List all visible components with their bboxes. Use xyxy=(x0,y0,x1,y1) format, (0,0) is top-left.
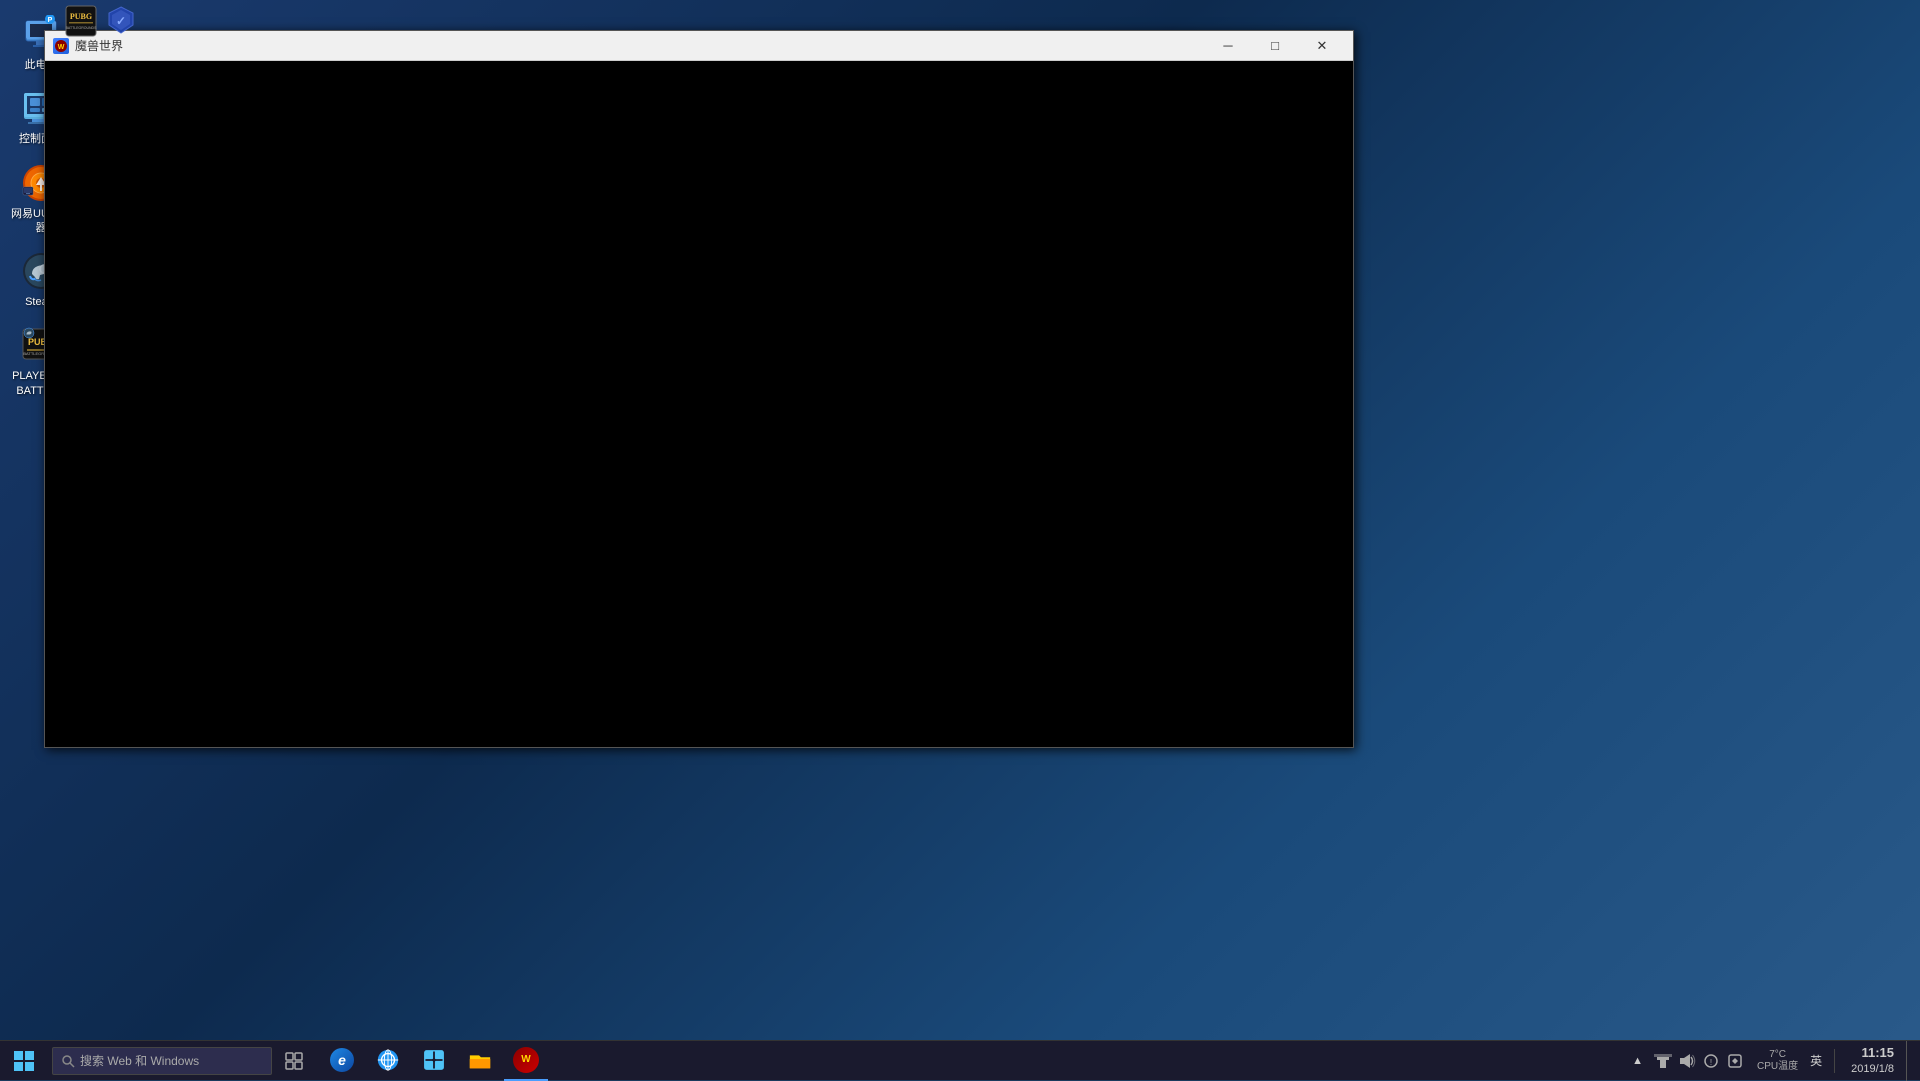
tray-time: 11:15 xyxy=(1851,1044,1894,1062)
window-title-icon: W xyxy=(53,38,69,54)
desktop: P 此电脑 xyxy=(0,0,1920,1080)
main-window: W 魔兽世界 ─ □ ✕ xyxy=(44,30,1354,748)
tray-extra-icon2[interactable] xyxy=(1725,1051,1745,1071)
minimize-button[interactable]: ─ xyxy=(1205,31,1251,61)
tray-extra-icon1[interactable]: ! xyxy=(1701,1051,1721,1071)
top-bar xyxy=(0,0,10,30)
svg-text:W: W xyxy=(58,44,65,51)
taskbar: 搜索 Web 和 Windows e xyxy=(0,1040,1920,1080)
edge-icon: e xyxy=(330,1048,354,1072)
tray-icons: ! xyxy=(1649,1051,1749,1071)
floating-top-icons: PUBG BATTLEGROUNDS ✓ xyxy=(65,5,137,37)
svg-text:✓: ✓ xyxy=(116,14,126,28)
search-bar[interactable]: 搜索 Web 和 Windows xyxy=(52,1047,272,1075)
pubg-top-icon[interactable]: PUBG BATTLEGROUNDS xyxy=(65,5,97,37)
taskbar-store[interactable] xyxy=(412,1041,456,1081)
window-controls: ─ □ ✕ xyxy=(1205,31,1345,61)
start-button[interactable] xyxy=(0,1041,48,1081)
system-tray: ▲ xyxy=(1630,1041,1920,1081)
tray-network-icon[interactable] xyxy=(1653,1051,1673,1071)
taskbar-cortana[interactable] xyxy=(366,1041,410,1081)
windows-logo xyxy=(14,1051,34,1071)
svg-text:BATTLEGROUNDS: BATTLEGROUNDS xyxy=(66,26,97,30)
explorer-icon xyxy=(468,1048,492,1072)
tray-cpu-temp: 7°C CPU温度 xyxy=(1753,1049,1802,1073)
tray-volume-icon[interactable] xyxy=(1677,1051,1697,1071)
cortana-icon xyxy=(376,1048,400,1072)
search-placeholder: 搜索 Web 和 Windows xyxy=(80,1052,199,1069)
tray-chevron[interactable]: ▲ xyxy=(1630,1053,1645,1069)
store-icon xyxy=(422,1048,446,1072)
window-content xyxy=(45,61,1353,747)
tray-datetime[interactable]: 11:15 2019/1/8 xyxy=(1843,1044,1902,1078)
svg-text:P: P xyxy=(48,17,53,24)
window-title: 魔兽世界 xyxy=(75,37,1205,54)
maximize-button[interactable]: □ xyxy=(1252,31,1298,61)
svg-text:!: ! xyxy=(1710,1058,1712,1067)
armor-icon[interactable]: ✓ xyxy=(105,5,137,37)
taskbar-edge[interactable]: e xyxy=(320,1041,364,1081)
search-icon xyxy=(61,1054,75,1068)
tray-language[interactable]: 英 xyxy=(1806,1052,1826,1069)
taskbar-wow[interactable]: W xyxy=(504,1041,548,1081)
close-button[interactable]: ✕ xyxy=(1299,31,1345,61)
tray-separator xyxy=(1834,1049,1835,1073)
window-titlebar: W 魔兽世界 ─ □ ✕ xyxy=(45,31,1353,61)
taskbar-explorer[interactable] xyxy=(458,1041,502,1081)
tray-date: 2019/1/8 xyxy=(1851,1062,1894,1077)
show-desktop-button[interactable] xyxy=(1906,1041,1912,1081)
svg-text:PUBG: PUBG xyxy=(70,12,92,21)
task-view-button[interactable] xyxy=(276,1041,312,1081)
wow-taskbar-icon: W xyxy=(513,1047,539,1073)
taskbar-icons: e xyxy=(320,1041,548,1081)
task-view-icon xyxy=(285,1052,303,1070)
